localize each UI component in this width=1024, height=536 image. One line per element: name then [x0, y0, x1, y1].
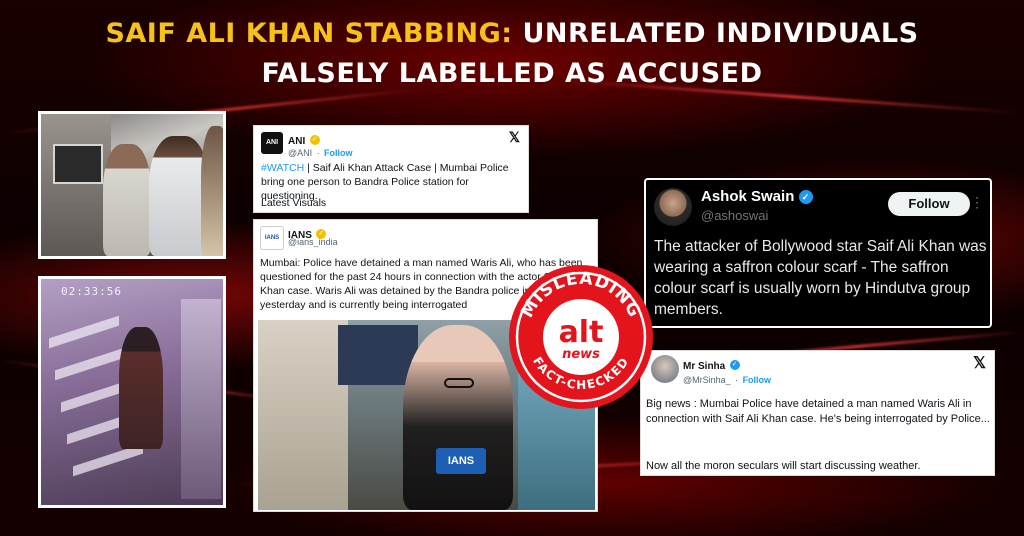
glasses — [444, 378, 474, 388]
swain-follow-button[interactable]: Follow — [888, 192, 970, 216]
person-on-stairs — [119, 327, 163, 449]
headline: Saif Ali Khan stabbing: Unrelated indivi… — [0, 14, 1024, 94]
ians-mic-icon: IANS — [436, 448, 486, 474]
photo-ambulance-scene — [38, 111, 226, 259]
headline-highlight: Saif Ali Khan stabbing: — [105, 18, 513, 49]
x-logo-icon: 𝕏 — [973, 355, 986, 372]
x-logo-icon: 𝕏 — [508, 129, 520, 145]
sinha-tweet-text-1: Big news : Mumbai Police have detained a… — [646, 398, 990, 425]
woman-speaking — [403, 325, 513, 510]
swain-handle: @ashoswai — [701, 208, 769, 223]
tweet-ani: ANI ANI ✓ @ANI · Follow 𝕏 #WATCH | Saif … — [253, 125, 529, 213]
verified-icon: ✓ — [798, 190, 813, 205]
headline-line-1: Saif Ali Khan stabbing: Unrelated indivi… — [0, 14, 1024, 54]
photo-cctv-stairs: 02:33:56 — [38, 276, 226, 508]
stair-step — [55, 347, 125, 381]
bystander-left — [258, 320, 348, 510]
ians-handle: @ians_india — [288, 237, 338, 247]
stamp-logo-news: news — [562, 347, 600, 362]
sinha-follow-link[interactable]: Follow — [743, 375, 772, 385]
swain-name: Ashok Swain ✓ — [701, 188, 813, 205]
person-white-shirt — [103, 144, 151, 256]
van-side — [41, 114, 111, 256]
ani-avatar: ANI — [261, 132, 283, 154]
tweet-mr-sinha: Mr Sinha ✓ @MrSinha_ · Follow 𝕏 Big news… — [640, 350, 995, 476]
swain-avatar — [654, 188, 692, 226]
sinha-subheader: @MrSinha_ · Follow — [683, 375, 772, 385]
person-policeman — [149, 136, 209, 256]
wall-right — [181, 299, 221, 499]
headline-rest: Unrelated individuals — [522, 18, 919, 49]
ani-footer: Latest Visuals — [261, 197, 327, 209]
verified-icon: ✓ — [729, 359, 740, 370]
stair-step — [49, 315, 119, 349]
ani-hashtag[interactable]: #WATCH — [261, 162, 304, 174]
sinha-handle: @MrSinha_ — [683, 375, 731, 385]
misleading-stamp: MISLEADING FACT-CHECKED alt news — [509, 265, 653, 409]
headline-line-2: falsely labelled as accused — [261, 58, 763, 89]
tweet-ashok-swain: Ashok Swain ✓ @ashoswai Follow ⋮ The att… — [644, 178, 992, 328]
ani-follow-link[interactable]: Follow — [324, 148, 353, 158]
swain-tweet-text: The attacker of Bollywood star Saif Ali … — [654, 238, 987, 318]
more-options-icon[interactable]: ⋮ — [970, 194, 984, 211]
ani-handle: @ANI — [288, 148, 313, 158]
sinha-tweet-text-2: Now all the moron seculars will start di… — [646, 460, 921, 472]
van-window — [53, 144, 103, 184]
swain-name-text: Ashok Swain — [701, 188, 795, 205]
person-edge — [201, 126, 223, 256]
ians-avatar: IANS — [260, 226, 284, 250]
cctv-timestamp: 02:33:56 — [61, 285, 122, 298]
ani-subheader: @ANI · Follow — [288, 148, 353, 158]
stamp-logo-alt: alt — [559, 315, 604, 350]
